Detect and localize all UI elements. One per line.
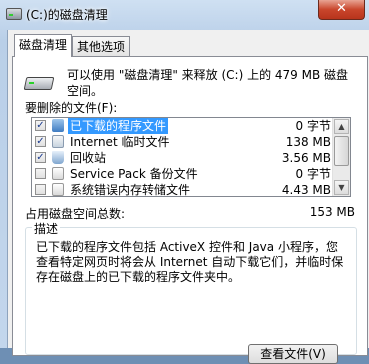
item-name: Internet 临时文件 [70,135,170,149]
tab-more-options[interactable]: 其他选项 [72,36,130,56]
tab-disk-cleanup[interactable]: 磁盘清理 [14,34,72,57]
close-button[interactable]: ✕ [318,0,365,20]
title-bar[interactable]: (C:)的磁盘清理 ✕ [0,0,369,30]
checkbox[interactable]: ✓ [35,152,46,163]
backup-files-icon [52,167,64,180]
list-item[interactable]: Service Pack 备份文件 0 字节 [32,166,335,182]
list-item[interactable]: ✓ 已下载的程序文件 0 字节 [32,118,335,134]
description-title: 描述 [32,220,61,237]
list-item[interactable]: ✓ 回收站 3.56 MB [32,150,335,166]
scroll-thumb[interactable] [334,136,349,166]
description-text: 已下载的程序文件包括 ActiveX 控件和 Java 小程序，您查看特定网页时… [36,240,344,284]
item-size: 4.43 MB [281,183,331,197]
tab-label: 磁盘清理 [19,38,68,52]
checkbox[interactable]: ✓ [35,120,46,131]
item-name: 回收站 [70,151,107,165]
close-icon: ✕ [336,1,347,16]
item-size: 0 字节 [295,167,331,181]
program-folder-icon [52,119,64,132]
dialog-client: 磁盘清理 其他选项 可以使用 "磁盘清理" 来释放 (C:) 上的 479 MB… [7,30,369,364]
item-name: 已下载的程序文件 [68,118,169,134]
item-name: Service Pack 备份文件 [70,167,198,181]
drive-icon [6,8,22,20]
space-summary: 可以使用 "磁盘清理" 来释放 (C:) 上的 479 MB 磁盘空间。 [67,68,349,98]
scroll-up-icon[interactable]: ▲ [334,119,349,134]
view-files-button[interactable]: 查看文件(V) [248,344,338,364]
checkbox[interactable] [35,168,46,179]
description-group: 描述 已下载的程序文件包括 ActiveX 控件和 Java 小程序，您查看特定… [25,220,357,364]
list-item[interactable]: 系统错误内存转储文件 4.43 MB [32,182,335,197]
internet-files-icon [52,135,64,148]
list-item[interactable]: ✓ Internet 临时文件 138 MB [32,134,335,150]
item-name: 系统错误内存转储文件 [70,183,191,197]
disk-cleanup-window: (C:)的磁盘清理 ✕ 磁盘清理 其他选项 可以使用 "磁盘清理" 来释放 (C… [0,0,369,364]
item-size: 138 MB [285,135,331,149]
memory-dump-icon [52,183,64,196]
scroll-down-icon[interactable]: ▼ [334,180,349,195]
item-size: 3.56 MB [281,151,331,165]
recycle-bin-icon [52,151,64,164]
total-space-value: 153 MB [309,205,355,219]
tab-label: 其他选项 [77,40,126,54]
hard-drive-icon [23,73,55,90]
files-list[interactable]: ✓ 已下载的程序文件 0 字节 ✓ Internet 临时文件 138 MB ✓… [31,117,351,197]
files-to-delete-label: 要删除的文件(F): [25,101,118,115]
checkbox[interactable] [35,184,46,195]
list-scrollbar[interactable]: ▲ ▼ [332,118,350,196]
tab-panel: 可以使用 "磁盘清理" 来释放 (C:) 上的 479 MB 磁盘空间。 要删除… [12,56,368,364]
item-size: 0 字节 [295,119,331,133]
window-title: (C:)的磁盘清理 [26,8,108,22]
checkbox[interactable]: ✓ [35,136,46,147]
